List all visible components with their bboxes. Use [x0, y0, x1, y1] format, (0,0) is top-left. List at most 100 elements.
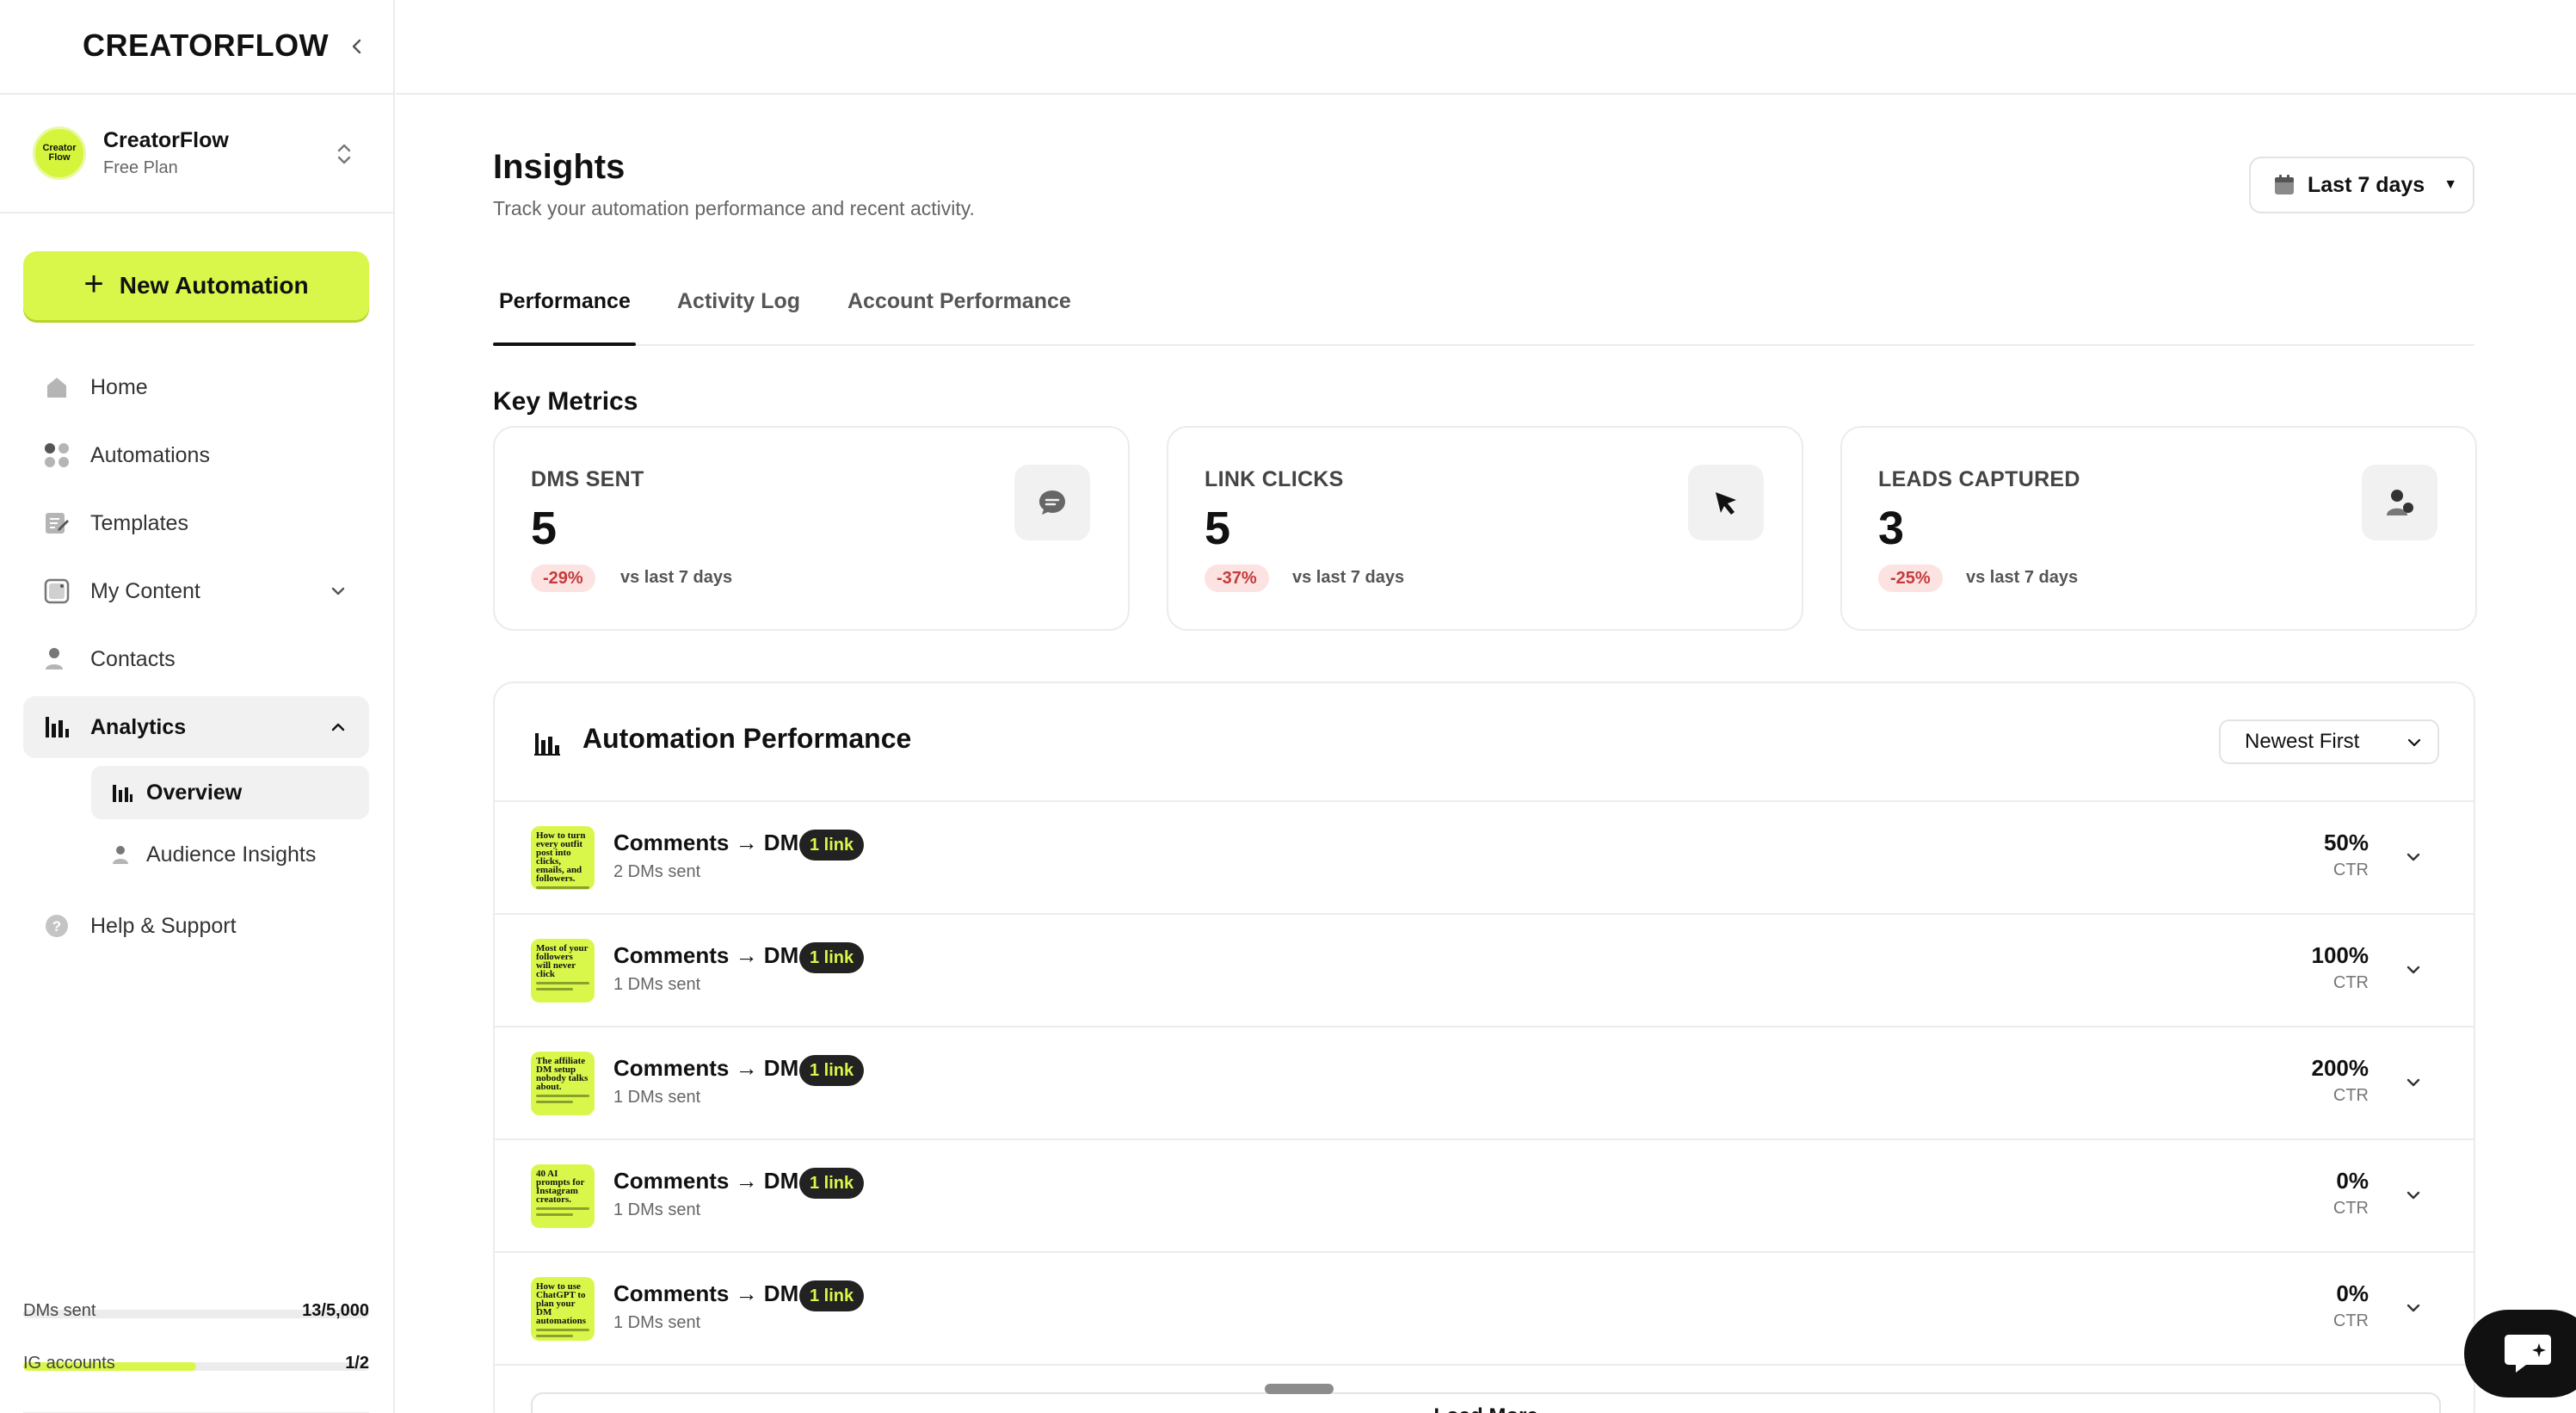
content-icon [42, 577, 71, 606]
automation-ctr-value: 50% [2323, 830, 2369, 855]
metric-value: 3 [1878, 503, 1905, 554]
tab-account-performance[interactable]: Account Performance [847, 289, 1071, 314]
automation-ctr-value: 0% [2336, 1280, 2369, 1306]
contacts-icon [42, 645, 71, 674]
thumbnail-line [536, 1329, 589, 1331]
usage-row: IG accounts 1/2 [23, 1354, 369, 1413]
chevron-down-icon [2407, 738, 2421, 747]
chevron-updown-icon[interactable] [334, 139, 354, 169]
automations-icon [42, 441, 71, 470]
tab-performance[interactable]: Performance [499, 289, 631, 314]
automation-row[interactable]: How to use ChatGPT to plan your DM autom… [495, 1253, 2474, 1366]
automation-dms-sent: 2 DMs sent [613, 862, 701, 881]
sidebar-item-label: Analytics [90, 714, 187, 739]
thumbnail-caption: Most of your followers will never click [536, 943, 589, 979]
link-count-badge: 1 link [799, 1168, 865, 1199]
automation-ctr-label: CTR [2333, 1086, 2369, 1105]
chevron-down-icon[interactable] [2403, 1072, 2424, 1093]
analytics-icon [42, 713, 71, 742]
metric-compare-text: vs last 7 days [1966, 568, 2079, 587]
account-avatar: Creator Flow [33, 126, 86, 180]
metric-compare-text: vs last 7 days [1292, 568, 1405, 587]
usage-ig-accounts: IG accounts 1/2 [23, 1354, 369, 1373]
brand-logo[interactable]: CREATORFLOW [83, 28, 329, 64]
metric-card-leads-captured: LEADS CAPTURED 3 -25% vs last 7 days [1840, 426, 2477, 631]
sort-select-value: Newest First [2245, 730, 2360, 753]
sidebar-subitem-overview[interactable]: Overview [91, 766, 369, 819]
chevron-down-icon[interactable] [2403, 959, 2424, 980]
thumbnail-caption: 40 AI prompts for Instagram creators. [536, 1169, 585, 1205]
logo-row: CREATORFLOW [0, 0, 393, 95]
automation-dms-sent: 1 DMs sent [613, 1200, 701, 1219]
bar-chart-icon [110, 781, 134, 805]
automation-title: Comments → DM [613, 1055, 799, 1081]
automation-dms-sent: 1 DMs sent [613, 975, 701, 994]
sidebar-item-analytics[interactable]: Analytics [23, 696, 369, 758]
metric-name: LEADS CAPTURED [1878, 467, 2080, 491]
thumbnail-line [536, 1095, 589, 1097]
svg-text:?: ? [52, 918, 61, 935]
sidebar-item-label: Templates [90, 510, 188, 535]
sidebar-item-home[interactable]: Home [23, 356, 369, 418]
thumbnail-line [536, 982, 589, 984]
new-automation-label: New Automation [119, 272, 309, 299]
chat-bubble-icon [2505, 1335, 2551, 1373]
automation-ctr-label: CTR [2333, 861, 2369, 879]
metric-delta-badge: -29% [531, 565, 595, 592]
automation-performance-title: Automation Performance [582, 723, 912, 754]
automation-row[interactable]: 40 AI prompts for Instagram creators. Com… [495, 1140, 2474, 1253]
thumbnail-line [536, 1101, 574, 1103]
automation-ctr-value: 100% [2311, 942, 2370, 968]
collapse-sidebar-button[interactable] [344, 31, 370, 62]
tab-activity-log[interactable]: Activity Log [677, 289, 800, 314]
sort-select[interactable]: Newest First [2219, 719, 2439, 764]
automation-title: Comments → DM [613, 1168, 799, 1194]
thumbnail-line [536, 1335, 574, 1337]
thumbnail-line [536, 1207, 589, 1210]
sidebar-subitem-audience-insights[interactable]: Audience Insights [91, 828, 369, 881]
automation-ctr-label: CTR [2333, 1199, 2369, 1218]
automation-title: Comments → DM [613, 1280, 799, 1306]
metric-card-dms-sent: DMS SENT 5 -29% vs last 7 days [493, 426, 1130, 631]
metric-name: LINK CLICKS [1205, 467, 1344, 491]
sidebar-item-contacts[interactable]: Contacts [23, 628, 369, 690]
plus-icon: + [83, 265, 104, 303]
metric-delta-badge: -37% [1205, 565, 1269, 592]
thumbnail-line [536, 1213, 574, 1216]
automation-row[interactable]: The affiliate DM setup nobody talks abou… [495, 1027, 2474, 1140]
date-range-dropdown[interactable]: Last 7 days ▼ [2249, 157, 2474, 213]
avatar-text: Creator Flow [42, 143, 77, 163]
usage-value: 1/2 [345, 1354, 369, 1373]
chevron-left-icon [352, 39, 361, 54]
sidebar-item-my-content[interactable]: My Content [23, 560, 369, 622]
chevron-down-icon[interactable] [2403, 1298, 2424, 1318]
sidebar-item-templates[interactable]: Templates [23, 492, 369, 554]
automation-dms-sent: 1 DMs sent [613, 1088, 701, 1107]
bar-chart-icon [534, 733, 560, 756]
automation-row[interactable]: Most of your followers will never click C… [495, 915, 2474, 1027]
sidebar-item-label: Help & Support [90, 913, 237, 938]
scroll-handle[interactable] [1265, 1384, 1334, 1394]
calendar-icon [2275, 175, 2294, 194]
chevron-up-icon [331, 723, 345, 731]
thumbnail-line [536, 988, 574, 990]
chat-support-button[interactable] [2464, 1310, 2576, 1398]
load-more-button[interactable]: Load More [531, 1392, 2441, 1413]
sidebar-item-label: Contacts [90, 646, 176, 671]
automation-dms-sent: 1 DMs sent [613, 1313, 701, 1332]
thumbnail-caption: How to turn every outfit post into click… [536, 830, 586, 884]
automation-row[interactable]: How to turn every outfit post into click… [495, 802, 2474, 915]
chevron-down-icon[interactable] [2403, 1185, 2424, 1206]
link-count-badge: 1 link [799, 942, 865, 973]
automation-thumbnail: 40 AI prompts for Instagram creators. [531, 1164, 595, 1228]
automation-ctr-label: CTR [2333, 1311, 2369, 1330]
sidebar-item-automations[interactable]: Automations [23, 424, 369, 486]
caret-down-icon: ▼ [2444, 177, 2458, 192]
automation-ctr-value: 0% [2336, 1168, 2369, 1194]
chevron-down-icon [331, 587, 345, 595]
automation-ctr-value: 200% [2311, 1055, 2370, 1081]
sidebar-item-help-support[interactable]: ? Help & Support [23, 895, 369, 957]
thumbnail-caption: How to use ChatGPT to plan your DM autom… [536, 1281, 587, 1326]
chevron-down-icon[interactable] [2403, 847, 2424, 867]
new-automation-button[interactable]: + New Automation [23, 251, 369, 320]
